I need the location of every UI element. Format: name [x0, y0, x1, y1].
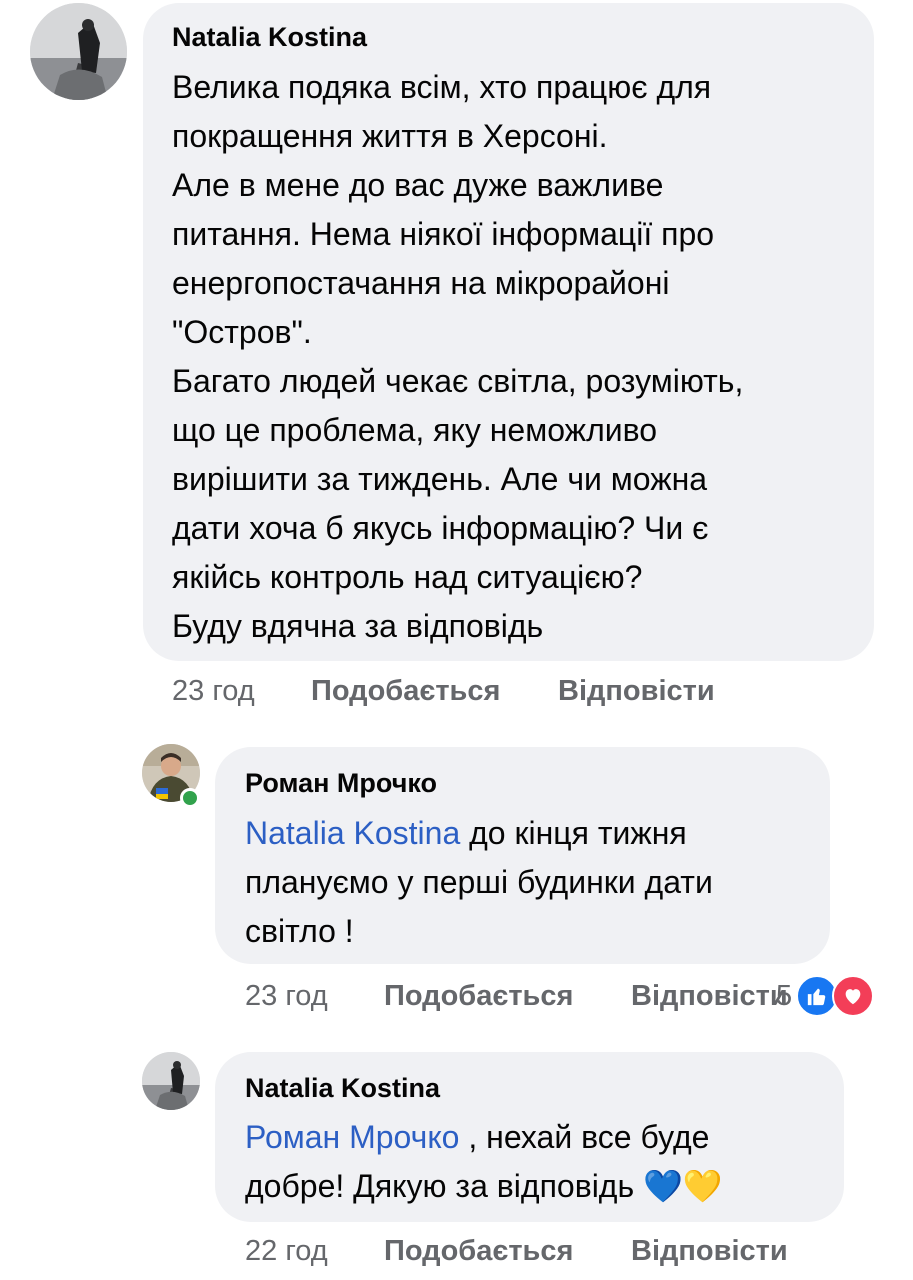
- online-status-dot: [180, 788, 200, 808]
- comment-line-text: добре! Дякую за відповідь: [245, 1168, 644, 1204]
- reply-button[interactable]: Відповісти: [558, 675, 715, 708]
- blue-heart-emoji: 💙: [643, 1168, 683, 1204]
- comment-line: енергопостачання на мікрорайоні: [172, 265, 670, 301]
- yellow-heart-emoji: 💛: [682, 1168, 723, 1204]
- reaction-summary[interactable]: 5: [776, 974, 875, 1018]
- comment-line-rest: до кінця тижня: [460, 815, 687, 851]
- comment-line: плануємо у перші будинки дати: [245, 864, 713, 900]
- comment-line: питання. Нема ніякої інформації про: [172, 216, 715, 252]
- comment-line-rest: , нехай все буде: [459, 1119, 710, 1155]
- comment-line: світло !: [245, 913, 354, 949]
- comment-line: Багато людей чекає світла, розуміють,: [172, 363, 744, 399]
- reply-button[interactable]: Відповісти: [631, 1235, 788, 1268]
- comment-meta: 23 год Подобається Відповісти: [245, 980, 805, 1020]
- comment-line: Велика подяка всім, хто працює для: [172, 69, 712, 105]
- comment-text: Natalia Kostina до кінця тижня плануємо …: [245, 809, 713, 956]
- comment-line: Але в мене до вас дуже важливе: [172, 167, 664, 203]
- comment-line: якійсь контроль над ситуацією?: [172, 559, 643, 595]
- comment-line: покращення життя в Херсоні.: [172, 118, 608, 154]
- comment-meta: 23 год Подобається Відповісти: [172, 675, 772, 715]
- heart-glyph: [845, 989, 861, 1005]
- reaction-count: 5: [776, 979, 793, 1012]
- comment-line: добре! Дякую за відповідь 💙💛: [245, 1162, 723, 1211]
- comment-timestamp[interactable]: 23 год: [245, 980, 328, 1013]
- comment-author[interactable]: Роман Мрочко: [245, 768, 437, 799]
- comment-line: що це проблема, яку неможливо: [172, 412, 658, 448]
- like-button[interactable]: Подобається: [384, 980, 573, 1013]
- comment-line: дати хоча б якусь інформацію? Чи є: [172, 510, 709, 546]
- thumbs-up-glyph: [807, 988, 826, 1006]
- comment-author[interactable]: Natalia Kostina: [245, 1073, 440, 1104]
- comment-timestamp[interactable]: 22 год: [245, 1235, 328, 1268]
- comment-line: Роман Мрочко , нехай все буде: [245, 1113, 723, 1162]
- comment-line: вирішити за тиждень. Але чи можна: [172, 461, 708, 497]
- avatar[interactable]: [30, 3, 127, 100]
- comment-line: "Остров".: [172, 314, 312, 350]
- comment-text: Велика подяка всім, хто працює для покра…: [172, 63, 743, 651]
- avatar-photo: [30, 3, 127, 100]
- comment-meta: 22 год Подобається Відповісти: [245, 1235, 845, 1275]
- avatar-photo: [142, 1052, 200, 1110]
- comment-line: Буду вдячна за відповідь: [172, 608, 544, 644]
- reply-button[interactable]: Відповісти: [631, 980, 788, 1013]
- comment-line: Natalia Kostina до кінця тижня: [245, 809, 713, 858]
- avatar[interactable]: [142, 1052, 200, 1110]
- like-button[interactable]: Подобається: [384, 1235, 573, 1268]
- mention-link[interactable]: Роман Мрочко: [245, 1119, 459, 1155]
- comment-timestamp[interactable]: 23 год: [172, 675, 255, 708]
- mention-link[interactable]: Natalia Kostina: [245, 815, 460, 851]
- love-icon: [832, 975, 875, 1017]
- comment-author[interactable]: Natalia Kostina: [172, 22, 367, 53]
- comment-text: Роман Мрочко , нехай все буде добре! Дяк…: [245, 1113, 723, 1211]
- like-button[interactable]: Подобається: [311, 675, 500, 708]
